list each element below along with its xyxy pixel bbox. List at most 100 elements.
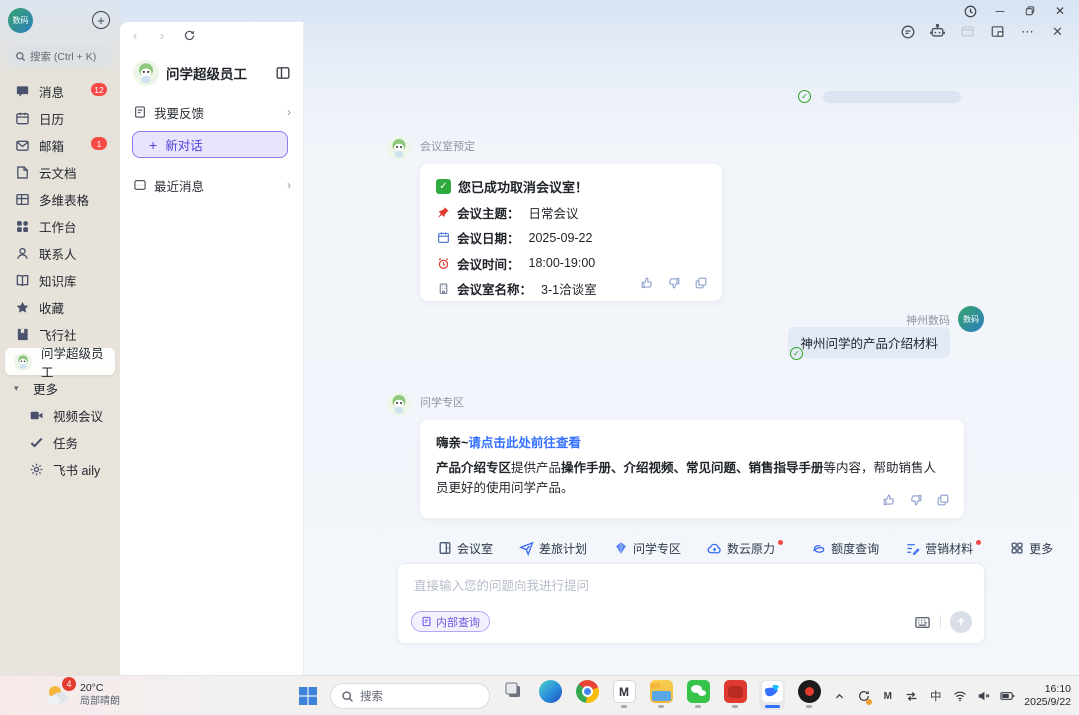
tab-more[interactable]: 更多	[1009, 540, 1053, 557]
sync-status-icon[interactable]	[856, 689, 871, 704]
pending-message: ✓	[798, 90, 961, 103]
text-segment: 提供产品	[511, 461, 561, 475]
forward-button[interactable]: ›	[153, 26, 171, 44]
workbench-icon	[14, 219, 30, 235]
sidebar-item-contacts[interactable]: 联系人	[5, 240, 115, 267]
gear-icon	[28, 462, 44, 478]
user-avatar[interactable]: 数码	[8, 8, 33, 33]
row-value: 2025-09-22	[529, 231, 593, 245]
sidebar-item-label: 任务	[53, 433, 78, 452]
message-input[interactable]: 直接输入您的问题向我进行提问 内部查询	[397, 563, 985, 644]
paper-plane-icon	[519, 541, 534, 556]
user-avatar[interactable]: 数码	[958, 306, 984, 332]
bot-avatar[interactable]	[387, 392, 411, 416]
feishu-icon[interactable]	[759, 680, 785, 710]
thumbs-down-icon[interactable]	[667, 276, 681, 290]
edge-icon[interactable]	[537, 680, 563, 710]
chrome-icon[interactable]	[574, 680, 600, 710]
table-icon	[14, 192, 30, 208]
sidebar-item-messages[interactable]: 消息 12	[5, 78, 115, 105]
more-icon[interactable]: ⋯	[1019, 23, 1036, 40]
wechat-icon[interactable]	[685, 680, 711, 710]
caret-down-icon: ▾	[14, 383, 24, 394]
weather-widget[interactable]: 4 20°C 局部晴朗	[44, 681, 120, 709]
markdown-app-icon[interactable]: M	[611, 680, 637, 710]
volume-muted-icon[interactable]	[976, 689, 991, 704]
collapse-panel-icon[interactable]	[275, 65, 291, 81]
copy-icon[interactable]	[694, 276, 708, 290]
app-window: ─ ✕ ‹ › 问学超级员工 我要反馈 › + 新对话	[120, 0, 1079, 675]
search-placeholder: 搜索 (Ctrl + K)	[30, 49, 96, 64]
sidebar-item-mail[interactable]: 邮箱 1	[5, 132, 115, 159]
sidebar-item-knowledge-base[interactable]: 知识库	[5, 267, 115, 294]
doc-icon	[421, 616, 432, 627]
chat-summary-icon[interactable]	[899, 23, 916, 40]
taskbar-clock[interactable]: 16:10 2025/9/22	[1024, 683, 1071, 709]
text-segment: 产品介绍专区	[436, 461, 511, 475]
sidebar-item-video-meeting[interactable]: 视频会议	[5, 402, 115, 429]
ime-indicator[interactable]: 中	[928, 689, 943, 704]
quick-tabs: 会议室 差旅计划 问学专区 数云原力 额度查询	[437, 538, 1053, 558]
chat-area: ⋯ ✕ ✓ 会议室预定 ✓ 您已成功取消会议室！	[303, 0, 1079, 675]
recent-messages-item[interactable]: 最近消息 ›	[133, 177, 291, 193]
weather-temp: 20°C	[80, 682, 120, 695]
pushpin-icon	[436, 205, 450, 219]
greeting-text: 嗨亲~	[436, 436, 468, 450]
message-icon	[14, 84, 30, 100]
thumbs-down-icon[interactable]	[909, 493, 923, 507]
taskbar-search[interactable]: 搜索	[330, 683, 490, 709]
sidebar-item-tasks[interactable]: 任务	[5, 429, 115, 456]
search-input[interactable]: 搜索 (Ctrl + K)	[9, 46, 111, 66]
new-chat-label: 新对话	[165, 135, 203, 154]
sidebar-item-base-table[interactable]: 多维表格	[5, 186, 115, 213]
robot-icon[interactable]	[929, 23, 946, 40]
pin-window-icon[interactable]	[989, 23, 1006, 40]
bot-avatar[interactable]	[387, 136, 411, 160]
red-app-icon[interactable]	[722, 680, 748, 710]
refresh-icon[interactable]	[180, 26, 198, 44]
chevron-right-icon: ›	[287, 105, 291, 119]
task-view-button[interactable]	[500, 680, 526, 710]
tab-quota-query[interactable]: 额度查询	[811, 540, 879, 557]
tab-wenxue-zone[interactable]: 问学专区	[613, 540, 681, 557]
recorder-icon[interactable]	[796, 680, 822, 710]
sidebar-item-workbench[interactable]: 工作台	[5, 213, 115, 240]
wifi-icon[interactable]	[952, 689, 967, 704]
sidebar-item-wenxue-super-staff[interactable]: 问学超级员工	[5, 348, 115, 375]
keyboard-icon[interactable]	[914, 614, 931, 631]
sender-name: 问学专区	[420, 392, 464, 410]
sidebar-item-more[interactable]: ▾ 更多	[5, 375, 115, 402]
tab-meeting-room[interactable]: 会议室	[437, 540, 493, 557]
file-explorer-icon[interactable]	[648, 680, 674, 710]
feedback-item[interactable]: 我要反馈 ›	[133, 104, 291, 120]
close-chat-icon[interactable]: ✕	[1049, 23, 1066, 40]
m-tray-icon[interactable]: M	[880, 689, 895, 704]
network-activity-icon[interactable]	[904, 689, 919, 704]
sidebar-item-cloud-docs[interactable]: 云文档	[5, 159, 115, 186]
view-link[interactable]: 请点击此处前往查看	[468, 436, 581, 450]
copy-icon[interactable]	[936, 493, 950, 507]
add-button[interactable]: +	[92, 11, 110, 29]
mail-icon	[14, 138, 30, 154]
send-button[interactable]	[950, 611, 972, 633]
search-icon	[341, 690, 354, 703]
internal-query-chip[interactable]: 内部查询	[411, 611, 490, 632]
row-label: 会议时间：	[457, 254, 520, 273]
new-chat-button[interactable]: + 新对话	[132, 131, 288, 158]
thumbs-up-icon[interactable]	[640, 276, 654, 290]
sidebar-item-feishu-aily[interactable]: 飞书 aily	[5, 456, 115, 483]
sidebar-item-favorites[interactable]: 收藏	[5, 294, 115, 321]
sidebar-item-calendar[interactable]: 日历	[5, 105, 115, 132]
back-button[interactable]: ‹	[126, 26, 144, 44]
battery-icon[interactable]	[1000, 689, 1015, 704]
message-skeleton	[823, 91, 961, 103]
windows-icon	[299, 687, 317, 705]
start-button[interactable]	[299, 687, 317, 705]
tray-chevron-up-icon[interactable]	[832, 689, 847, 704]
sidebar-item-label: 日历	[39, 109, 64, 128]
tab-travel-plan[interactable]: 差旅计划	[519, 540, 587, 557]
tab-marketing-materials[interactable]: 营销材料	[905, 540, 983, 557]
thumbs-up-icon[interactable]	[882, 493, 896, 507]
tab-label: 营销材料	[925, 540, 973, 557]
tab-shuyun-power[interactable]: 数云原力	[707, 540, 785, 557]
